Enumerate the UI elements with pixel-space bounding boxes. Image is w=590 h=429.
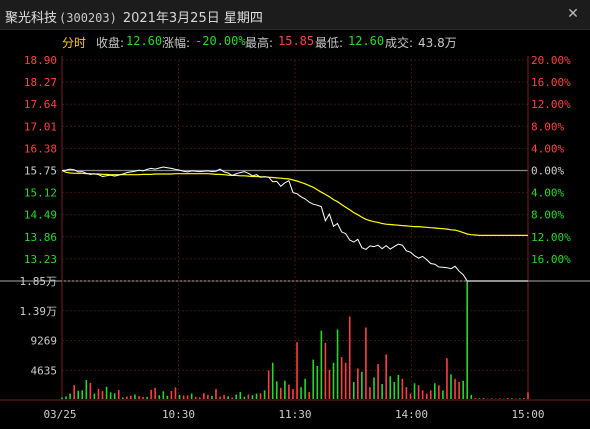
percent-tick-label: 20.00% xyxy=(531,54,571,67)
quote-window: 聚光科技 (300203) 2021年3月25日 星期四 ✕ 分时 收盘: 12.6… xyxy=(0,0,590,429)
price-tick-label: 15.75 xyxy=(24,165,57,178)
volume-tick-label: 1.39万 xyxy=(20,305,58,318)
percent-tick-label: 8.00% xyxy=(531,209,564,222)
time-tick-label: 15:00 xyxy=(511,408,544,421)
price-tick-label: 18.27 xyxy=(24,76,57,89)
percent-axis: 20.00% 16.00% 12.00% 8.00% 4.00% 0.00% 4.00% 8.… xyxy=(531,54,571,266)
price-tick-label: 16.38 xyxy=(24,142,57,155)
percent-tick-label: 4.00% xyxy=(531,142,564,155)
price-tick-label: 17.64 xyxy=(24,98,57,111)
price-tick-label: 18.90 xyxy=(24,54,57,67)
percent-tick-label: 12.00% xyxy=(531,231,571,244)
time-axis: 03/25 10:30 11:30 14:00 15:00 xyxy=(43,408,544,421)
volume-tick-label: 1.85万 xyxy=(20,275,58,288)
volume-axis: 1.85万 1.39万 9269 4635 xyxy=(20,275,528,377)
percent-tick-label: 0.00% xyxy=(531,165,564,178)
time-tick-label: 10:30 xyxy=(162,408,195,421)
percent-tick-label: 4.00% xyxy=(531,187,564,200)
intraday-chart: 18.90 18.27 17.64 17.01 16.38 15.75 15.12 14.49… xyxy=(0,54,590,421)
volume-tick-label: 9269 xyxy=(31,335,58,348)
price-tick-label: 17.01 xyxy=(24,120,57,133)
percent-tick-label: 8.00% xyxy=(531,120,564,133)
percent-tick-label: 16.00% xyxy=(531,253,571,266)
price-tick-label: 15.12 xyxy=(24,187,57,200)
time-tick-label: 03/25 xyxy=(43,408,76,421)
price-tick-label: 13.23 xyxy=(24,253,57,266)
price-tick-label: 14.49 xyxy=(24,209,57,222)
chart-grid xyxy=(0,56,590,401)
price-tick-label: 13.86 xyxy=(24,231,57,244)
percent-tick-label: 12.00% xyxy=(531,98,571,111)
price-axis: 18.90 18.27 17.64 17.01 16.38 15.75 15.12 14.49… xyxy=(24,54,57,266)
volume-tick-label: 4635 xyxy=(31,364,58,377)
time-tick-label: 14:00 xyxy=(395,408,428,421)
percent-tick-label: 16.00% xyxy=(531,76,571,89)
time-tick-label: 11:30 xyxy=(278,408,311,421)
